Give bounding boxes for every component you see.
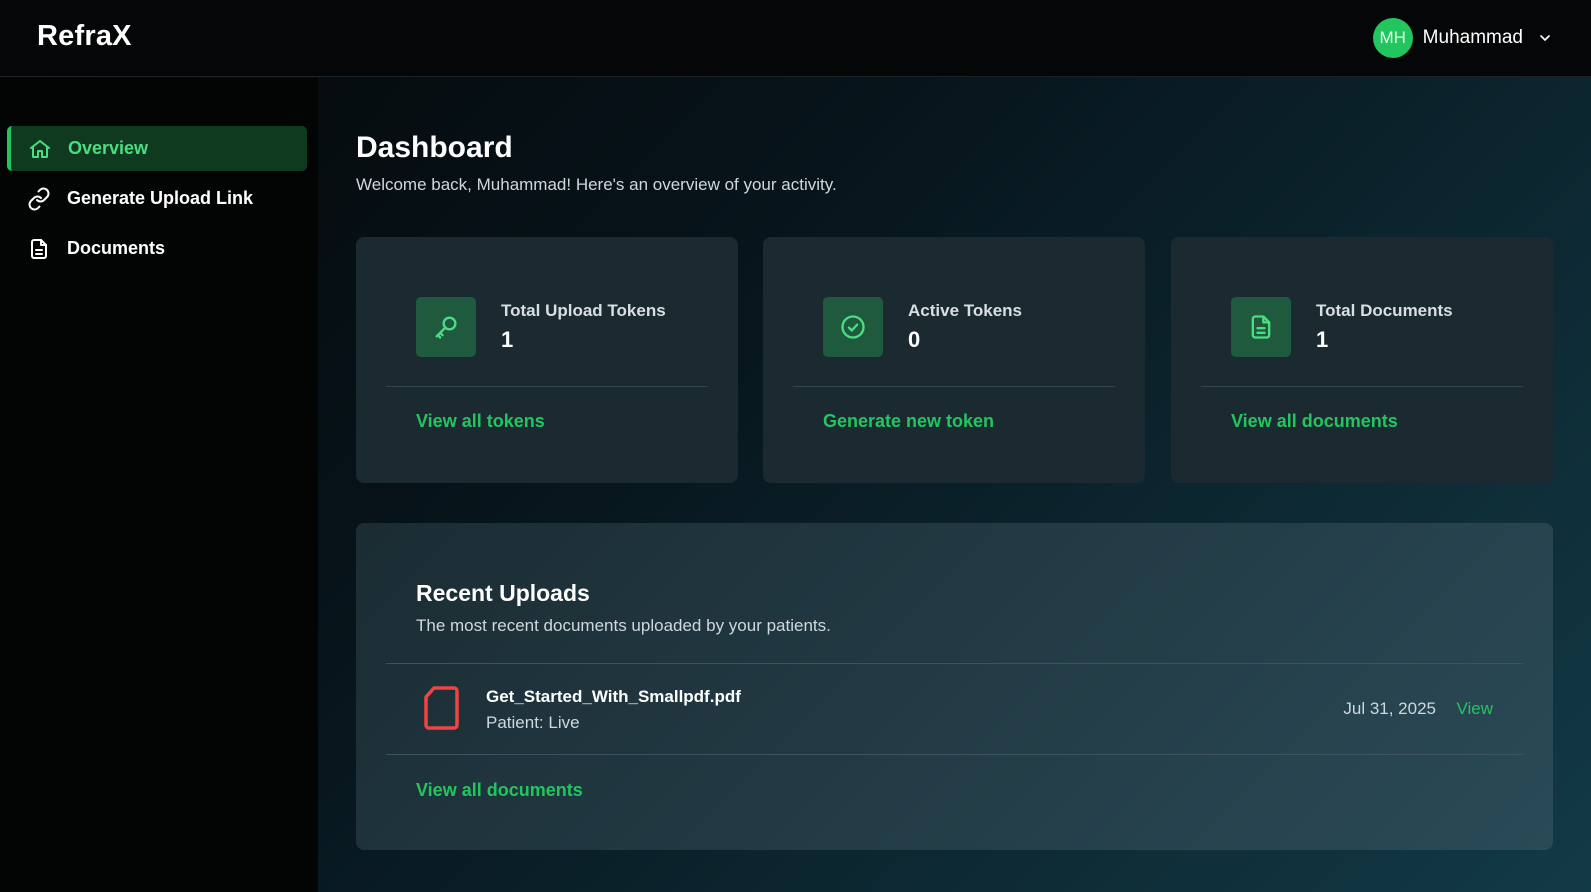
document-date: Jul 31, 2025 xyxy=(1343,699,1436,718)
document-patient: Patient: Live xyxy=(486,713,580,732)
user-name: Muhammad xyxy=(1422,27,1523,48)
recent-uploads-panel: Recent Uploads The most recent documents… xyxy=(356,523,1553,850)
check-circle-icon xyxy=(823,297,883,357)
link-icon xyxy=(27,187,51,211)
view-all-documents-link[interactable]: View all documents xyxy=(1231,411,1398,432)
stat-label: Total Documents xyxy=(1316,301,1453,320)
stat-value: 1 xyxy=(1316,327,1329,352)
generate-new-token-link[interactable]: Generate new token xyxy=(823,411,994,432)
divider xyxy=(1201,386,1523,387)
view-all-documents-link[interactable]: View all documents xyxy=(416,780,583,801)
sidebar-item-generate-upload-link[interactable]: Generate Upload Link xyxy=(7,176,307,221)
divider xyxy=(386,386,708,387)
stat-label: Total Upload Tokens xyxy=(501,301,666,320)
avatar: MH xyxy=(1372,18,1413,58)
sidebar-item-label: Documents xyxy=(67,238,166,258)
document-icon xyxy=(1231,297,1291,357)
sidebar-item-label: Overview xyxy=(68,138,149,158)
sidebar-item-label: Generate Upload Link xyxy=(67,188,254,208)
sidebar-item-documents[interactable]: Documents xyxy=(7,226,307,271)
user-menu[interactable]: MH Muhammad xyxy=(1372,18,1553,58)
divider xyxy=(793,386,1115,387)
page-title: Dashboard xyxy=(356,131,513,164)
view-all-tokens-link[interactable]: View all tokens xyxy=(416,411,545,432)
stat-card-active-tokens: Active Tokens 0 Generate new token xyxy=(763,237,1145,483)
home-icon xyxy=(28,137,52,161)
sidebar: Overview Generate Upload Link Documents xyxy=(0,78,318,892)
chevron-down-icon xyxy=(1540,35,1550,41)
sidebar-item-overview[interactable]: Overview xyxy=(7,126,307,171)
document-name[interactable]: Get_Started_With_Smallpdf.pdf xyxy=(486,687,741,707)
page-subtitle: Welcome back, Muhammad! Here's an overvi… xyxy=(356,175,837,194)
recent-uploads-title: Recent Uploads xyxy=(416,580,590,606)
divider xyxy=(386,754,1523,755)
app-root: RefraX MH Muhammad Overview Generate Upl… xyxy=(0,0,1591,892)
recent-uploads-subtitle: The most recent documents uploaded by yo… xyxy=(416,616,831,635)
top-header: RefraX MH Muhammad xyxy=(0,0,1591,77)
app-logo[interactable]: RefraX xyxy=(37,20,132,53)
stat-value: 1 xyxy=(501,327,514,352)
pdf-file-icon xyxy=(424,686,459,730)
stat-card-total-upload-tokens: Total Upload Tokens 1 View all tokens xyxy=(356,237,738,483)
list-item[interactable]: Get_Started_With_Smallpdf.pdf Patient: L… xyxy=(386,664,1523,754)
stat-label: Active Tokens xyxy=(908,301,1023,320)
view-document-button[interactable]: View xyxy=(1456,699,1493,719)
key-icon xyxy=(416,297,476,357)
stat-value: 0 xyxy=(908,327,921,352)
stat-card-total-documents: Total Documents 1 View all documents xyxy=(1171,237,1553,483)
document-icon xyxy=(27,237,51,261)
